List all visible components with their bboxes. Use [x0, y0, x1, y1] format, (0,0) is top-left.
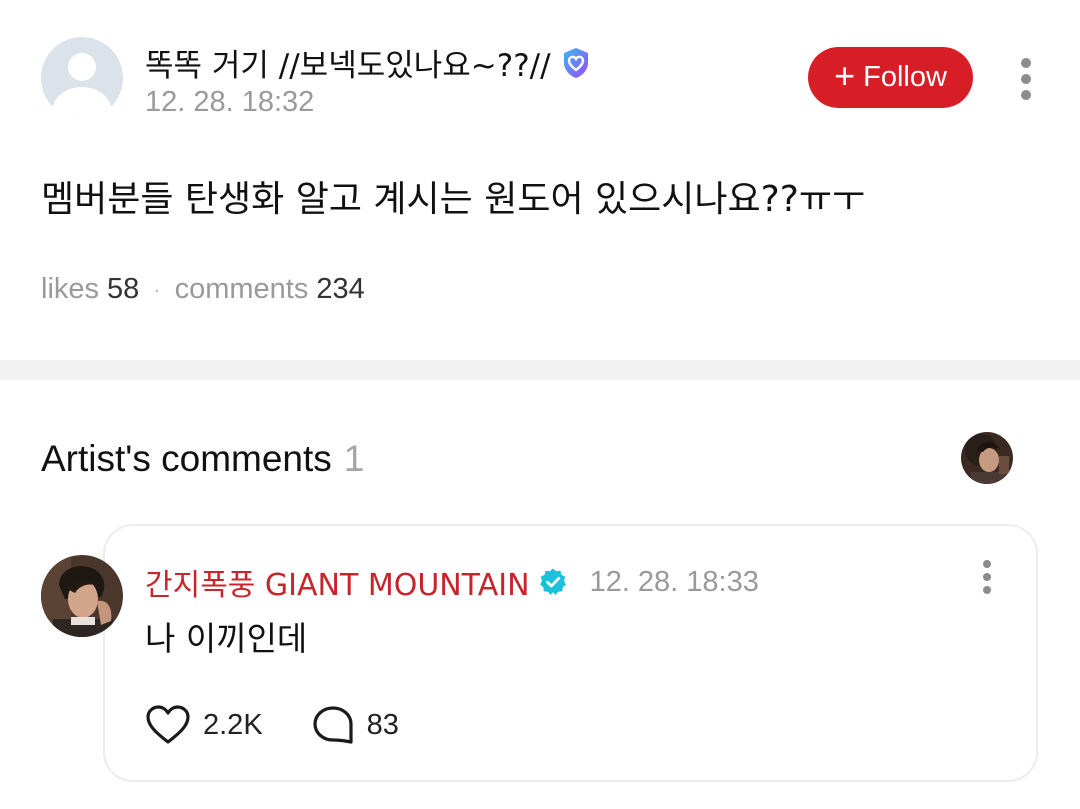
author-avatar[interactable] [41, 37, 123, 119]
reply-button[interactable]: 83 [311, 704, 399, 746]
artist-comment-author[interactable]: 간지폭풍 GIANT MOUNTAIN 12. 28. 18:33 [145, 560, 759, 604]
section-divider [0, 360, 1080, 380]
follow-label: Follow [863, 61, 947, 93]
comment-actions: 2.2K 83 [145, 704, 399, 746]
reply-count: 83 [366, 708, 399, 741]
avatar-head [68, 53, 96, 81]
post-author-label: 똑똑 거기 //보넥도있나요~??// [145, 48, 551, 84]
post-author-name[interactable]: 똑똑 거기 //보넥도있나요~??// [145, 40, 593, 85]
likes-label: likes [41, 273, 100, 305]
comments-count[interactable]: 234 [316, 273, 364, 306]
post-date: 12. 28. 18:32 [145, 86, 315, 118]
artist-comments-header: Artist's comments 1 [41, 438, 364, 480]
comments-label[interactable]: comments [175, 273, 309, 306]
artist-thumbnail-avatar[interactable] [961, 432, 1013, 484]
heart-outline-icon [146, 705, 190, 744]
stats-separator: · [153, 276, 161, 302]
follow-button[interactable]: + Follow [808, 47, 973, 108]
verified-check-icon [539, 568, 566, 595]
artist-comment-text: 나 이끼인데 [145, 619, 308, 658]
artist-comments-count: 1 [343, 438, 365, 479]
artist-comments-title: Artist's comments [41, 438, 332, 479]
artist-avatar[interactable] [41, 555, 123, 637]
post-stats: likes 58 · comments 234 [41, 273, 365, 306]
comment-more-menu-icon[interactable] [976, 560, 998, 596]
artist-comment-date: 12. 28. 18:33 [589, 565, 759, 598]
artist-name: 간지폭풍 GIANT MOUNTAIN [145, 568, 530, 603]
speech-bubble-icon [313, 706, 353, 744]
post-more-menu-icon[interactable] [1015, 58, 1037, 100]
avatar-shoulders [52, 87, 112, 119]
heart-shield-icon [563, 47, 588, 78]
like-button[interactable]: 2.2K [145, 704, 263, 746]
likes-count: 58 [107, 273, 140, 305]
post: 똑똑 거기 //보넥도있나요~??// 12. 28. 18:32 + Foll… [0, 0, 1080, 360]
like-count: 2.2K [203, 708, 263, 741]
post-body-text: 멤버분들 탄생화 알고 계시는 원도어 있으시나요??ㅠㅜ [41, 179, 866, 220]
plus-icon: + [834, 55, 856, 96]
